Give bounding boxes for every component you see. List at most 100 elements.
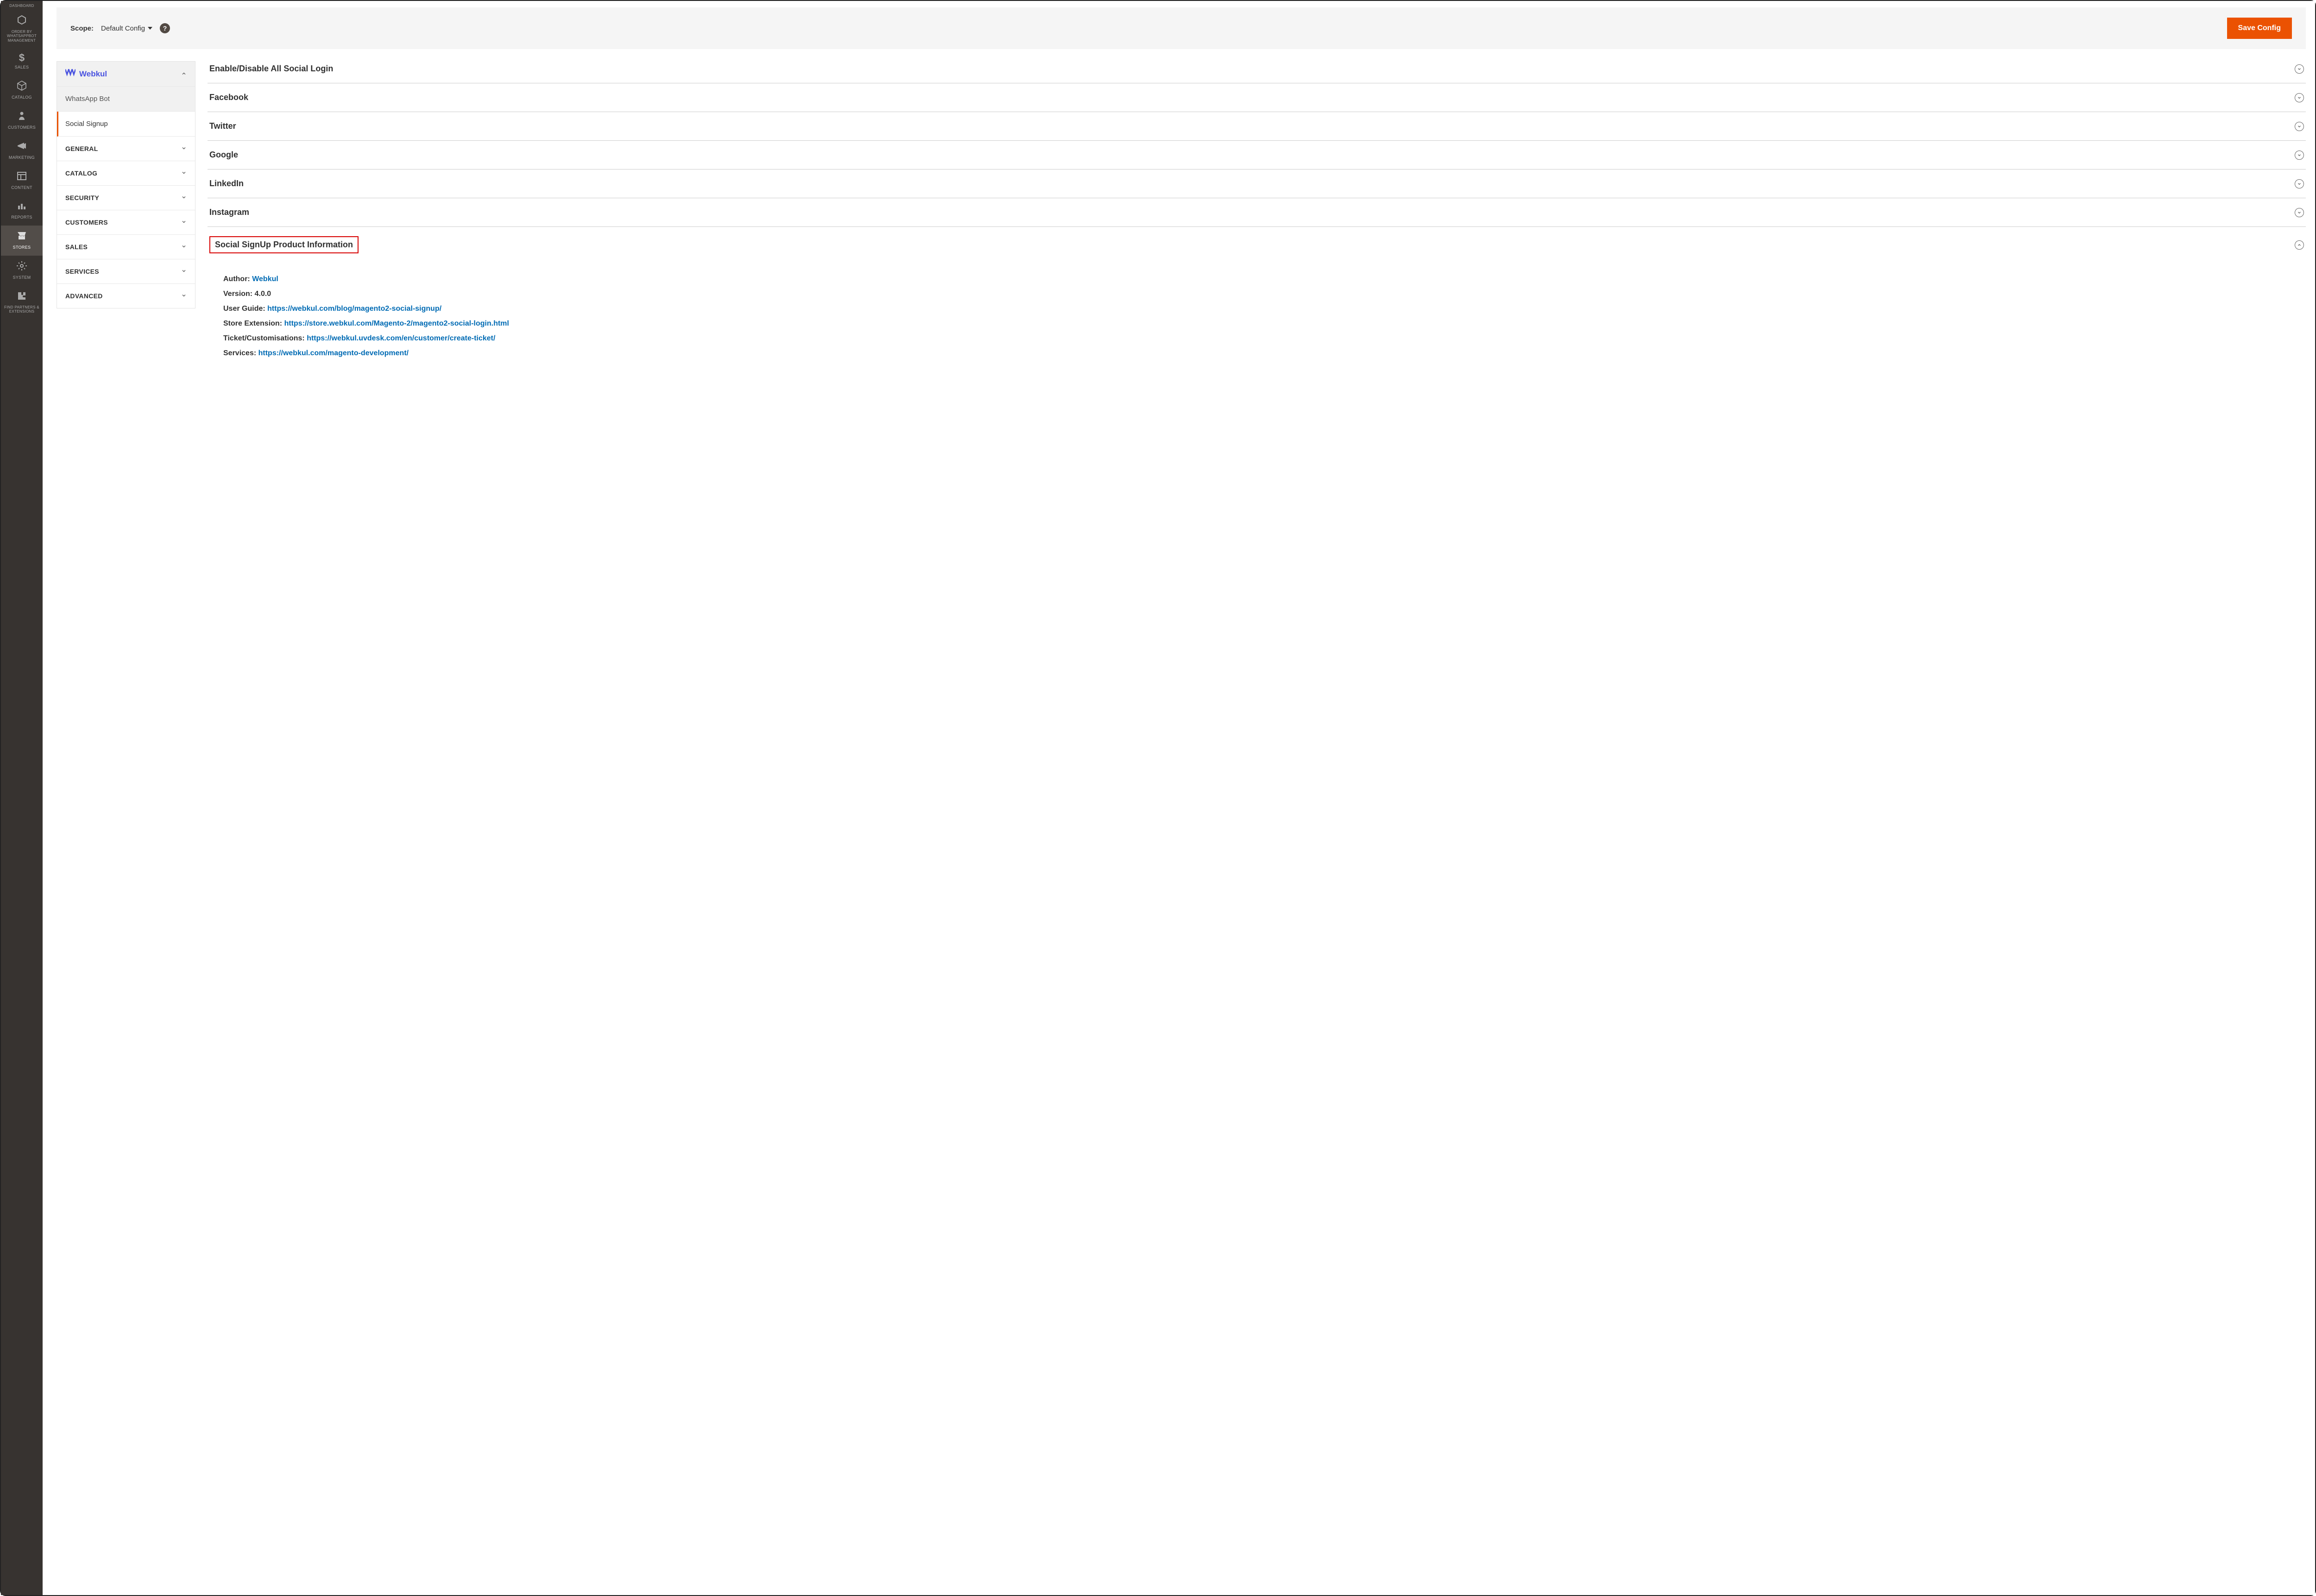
tab-social-signup[interactable]: Social Signup — [57, 112, 195, 137]
store-link[interactable]: https://store.webkul.com/Magento-2/magen… — [284, 320, 509, 327]
webkul-logo-icon — [65, 69, 76, 79]
section-title: Twitter — [209, 121, 236, 131]
tab-customers[interactable]: CUSTOMERS — [57, 210, 195, 235]
ticket-label: Ticket/Customisations: — [223, 334, 305, 342]
section-google[interactable]: Google — [208, 141, 2306, 170]
person-icon — [16, 110, 27, 123]
tab-catalog[interactable]: CATALOG — [57, 161, 195, 186]
chevron-down-icon — [181, 268, 187, 275]
collapse-toggle-icon — [2295, 151, 2304, 160]
section-title: Google — [209, 150, 238, 160]
admin-sidebar: DASHBOARD ORDER BY WHATSAPPBOT MANAGEMEN… — [1, 1, 43, 1595]
gear-icon — [16, 260, 27, 273]
chevron-up-icon — [181, 70, 187, 78]
tab-services[interactable]: SERVICES — [57, 259, 195, 284]
tab-sales[interactable]: SALES — [57, 235, 195, 259]
version-label: Version: — [223, 290, 252, 298]
chevron-down-icon — [181, 243, 187, 251]
nav-dashboard-label: DASHBOARD — [9, 4, 34, 8]
nav-partners-label: FIND PARTNERS & EXTENSIONS — [3, 305, 41, 314]
bar-chart-icon — [16, 200, 27, 213]
nav-marketing[interactable]: MARKETING — [1, 136, 43, 166]
services-link[interactable]: https://webkul.com/magento-development/ — [258, 349, 409, 357]
scope-select[interactable]: Default Config — [101, 25, 152, 32]
chevron-down-icon — [181, 219, 187, 226]
layout-icon — [16, 170, 27, 183]
config-tabs: Webkul WhatsApp Bot Social Signup GENERA… — [57, 61, 195, 308]
tab-security-label: SECURITY — [65, 194, 99, 201]
nav-whatsappbot[interactable]: ORDER BY WHATSAPPBOT MANAGEMENT — [1, 10, 43, 49]
tab-general[interactable]: GENERAL — [57, 137, 195, 161]
nav-whatsappbot-label: ORDER BY WHATSAPPBOT MANAGEMENT — [3, 30, 41, 43]
services-label: Services: — [223, 349, 256, 357]
megaphone-icon — [16, 140, 27, 153]
tab-webkul[interactable]: Webkul — [57, 62, 195, 87]
dollar-icon: $ — [19, 53, 25, 63]
nav-system[interactable]: SYSTEM — [1, 256, 43, 286]
nav-customers-label: CUSTOMERS — [8, 125, 36, 130]
hexagon-icon — [16, 15, 27, 28]
chevron-down-icon — [181, 170, 187, 177]
section-title: Instagram — [209, 207, 249, 217]
store-icon — [16, 230, 27, 243]
userguide-link[interactable]: https://webkul.com/blog/magento2-social-… — [267, 305, 441, 313]
nav-marketing-label: MARKETING — [9, 155, 35, 160]
nav-system-label: SYSTEM — [13, 275, 31, 280]
chevron-down-icon — [181, 292, 187, 300]
nav-content[interactable]: CONTENT — [1, 166, 43, 196]
cube-icon — [16, 80, 27, 93]
nav-partners[interactable]: FIND PARTNERS & EXTENSIONS — [1, 286, 43, 320]
expand-toggle-icon — [2295, 240, 2304, 250]
collapse-toggle-icon — [2295, 64, 2304, 74]
nav-reports-label: REPORTS — [11, 215, 32, 220]
nav-sales-label: SALES — [15, 65, 29, 70]
section-title: LinkedIn — [209, 179, 244, 189]
section-product-info[interactable]: Social SignUp Product Information — [208, 227, 2306, 263]
scope-bar: Scope: Default Config ? Save Config — [57, 7, 2306, 49]
help-icon[interactable]: ? — [160, 23, 170, 33]
puzzle-icon — [16, 290, 27, 303]
store-label: Store Extension: — [223, 320, 282, 327]
collapse-toggle-icon — [2295, 122, 2304, 131]
chevron-down-icon — [181, 194, 187, 201]
section-facebook[interactable]: Facebook — [208, 83, 2306, 112]
author-label: Author: — [223, 275, 250, 283]
tab-general-label: GENERAL — [65, 145, 98, 152]
tab-customers-label: CUSTOMERS — [65, 219, 108, 226]
section-linkedin[interactable]: LinkedIn — [208, 170, 2306, 198]
nav-sales[interactable]: $ SALES — [1, 48, 43, 75]
collapse-toggle-icon — [2295, 93, 2304, 102]
nav-stores[interactable]: STORES — [1, 226, 43, 256]
nav-catalog[interactable]: CATALOG — [1, 75, 43, 106]
product-info-block: Author: Webkul Version: 4.0.0 User Guide… — [208, 263, 2306, 361]
section-title: Facebook — [209, 93, 248, 102]
save-config-button[interactable]: Save Config — [2227, 18, 2292, 39]
tab-sales-label: SALES — [65, 243, 88, 251]
nav-customers[interactable]: CUSTOMERS — [1, 106, 43, 136]
tab-advanced-label: ADVANCED — [65, 292, 103, 300]
collapse-toggle-icon — [2295, 208, 2304, 217]
chevron-down-icon — [148, 27, 152, 30]
collapse-toggle-icon — [2295, 179, 2304, 189]
author-link[interactable]: Webkul — [252, 275, 278, 283]
nav-catalog-label: CATALOG — [12, 95, 32, 100]
nav-content-label: CONTENT — [11, 185, 32, 190]
section-instagram[interactable]: Instagram — [208, 198, 2306, 227]
nav-reports[interactable]: REPORTS — [1, 195, 43, 226]
tab-webkul-label: Webkul — [79, 69, 107, 79]
ticket-link[interactable]: https://webkul.uvdesk.com/en/customer/cr… — [307, 334, 495, 342]
chevron-down-icon — [181, 145, 187, 152]
nav-stores-label: STORES — [13, 245, 31, 250]
section-enable-disable-all[interactable]: Enable/Disable All Social Login — [208, 61, 2306, 83]
tab-security[interactable]: SECURITY — [57, 186, 195, 210]
section-title: Social SignUp Product Information — [209, 236, 359, 253]
section-twitter[interactable]: Twitter — [208, 112, 2306, 141]
tab-services-label: SERVICES — [65, 268, 99, 275]
userguide-label: User Guide: — [223, 305, 265, 313]
tab-advanced[interactable]: ADVANCED — [57, 284, 195, 308]
scope-select-value: Default Config — [101, 25, 145, 32]
nav-dashboard[interactable]: DASHBOARD — [1, 4, 43, 10]
config-sections: Enable/Disable All Social Login Facebook… — [208, 61, 2306, 361]
tab-whatsapp-bot[interactable]: WhatsApp Bot — [57, 87, 195, 112]
section-title: Enable/Disable All Social Login — [209, 64, 333, 74]
